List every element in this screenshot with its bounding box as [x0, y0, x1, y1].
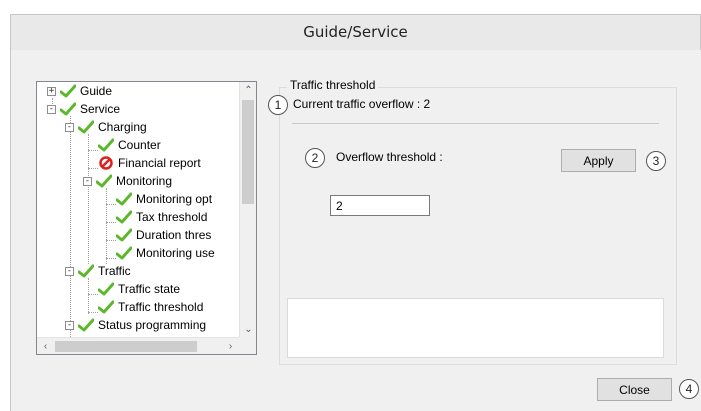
callout-2: 2 — [305, 148, 325, 168]
overflow-threshold-label: Overflow threshold : — [336, 150, 443, 164]
check-icon — [60, 102, 76, 116]
tree-item-label: Traffic state — [118, 282, 181, 296]
tree-item-label: Duration thres — [136, 228, 212, 242]
tree-item-guide[interactable]: + Guide — [47, 82, 112, 100]
tree-item-label: Monitoring — [116, 174, 173, 188]
tree-item-service[interactable]: - Service — [47, 100, 120, 118]
service-tree[interactable]: + Guide - Service - Charging Counter Fin… — [36, 81, 257, 355]
scroll-down-icon[interactable]: ⌄ — [240, 321, 256, 338]
horizontal-scroll-thumb[interactable] — [55, 341, 197, 352]
vertical-scroll-thumb[interactable] — [242, 100, 254, 204]
collapse-icon[interactable]: - — [65, 266, 74, 276]
scroll-right-icon[interactable]: › — [222, 338, 239, 354]
tree-line — [106, 188, 107, 264]
collapse-icon[interactable]: - — [65, 122, 74, 132]
divider — [292, 123, 659, 124]
blocked-icon — [99, 156, 113, 170]
tree-item-tax-threshold[interactable]: Tax threshold — [116, 208, 207, 226]
check-icon — [96, 174, 112, 188]
expand-icon[interactable]: + — [47, 86, 56, 96]
tree-item-label: Counter — [118, 138, 161, 152]
window-title: Guide/Service — [303, 23, 408, 41]
tree-item-label: Traffic threshold — [118, 300, 204, 314]
tree-item-label: Traffic — [98, 264, 131, 278]
tree-item-label: Guide — [80, 84, 113, 98]
tree-item-label: Financial report — [118, 156, 201, 170]
tree-item-label: Charging — [98, 120, 147, 134]
scroll-up-icon[interactable]: ⌃ — [240, 82, 256, 99]
tree-line — [106, 204, 116, 205]
tree-item-charging[interactable]: - Charging — [65, 118, 147, 136]
message-box[interactable] — [287, 298, 664, 358]
check-icon — [78, 264, 94, 278]
group-title: Traffic threshold — [287, 78, 379, 92]
callout-1: 1 — [268, 95, 288, 115]
tree-item-label: Service — [80, 102, 121, 116]
check-icon — [116, 210, 132, 224]
close-button[interactable]: Close — [597, 378, 672, 401]
current-traffic-overflow: Current traffic overflow : 2 — [293, 97, 431, 111]
scrollbar-corner — [239, 337, 256, 354]
check-icon — [78, 318, 94, 332]
check-icon — [98, 300, 114, 314]
tree-line — [106, 240, 116, 241]
tree-item-label: Monitoring use — [136, 246, 215, 260]
check-icon — [98, 282, 114, 296]
callout-3: 3 — [646, 151, 666, 171]
tree-line — [88, 134, 89, 264]
apply-button[interactable]: Apply — [561, 149, 636, 172]
overflow-threshold-input[interactable] — [330, 195, 430, 216]
check-icon — [116, 228, 132, 242]
tree-line — [88, 294, 98, 295]
tree-line — [106, 222, 116, 223]
tree-item-status-programming[interactable]: - Status programming — [65, 316, 206, 334]
horizontal-scrollbar[interactable]: ‹ › — [37, 337, 256, 354]
collapse-icon[interactable]: - — [65, 320, 74, 330]
scroll-left-icon[interactable]: ‹ — [37, 338, 54, 354]
vertical-scrollbar[interactable]: ⌃ ⌄ — [239, 82, 256, 338]
tree-item-monitoring-opt[interactable]: Monitoring opt — [116, 190, 212, 208]
check-icon — [98, 138, 114, 152]
tree-line — [70, 116, 71, 341]
tree-item-traffic-threshold[interactable]: Traffic threshold — [98, 298, 203, 316]
title-bar[interactable]: Guide/Service — [10, 14, 701, 51]
collapse-icon[interactable]: - — [47, 104, 56, 114]
tree-item-financial-report[interactable]: Financial report — [98, 154, 201, 172]
tree-item-label: Tax threshold — [136, 210, 208, 224]
tree-line — [106, 258, 116, 259]
tree-line — [88, 278, 89, 314]
check-icon — [78, 120, 94, 134]
tree-item-counter[interactable]: Counter — [98, 136, 161, 154]
tree-item-monitoring[interactable]: - Monitoring — [83, 172, 172, 190]
tree-item-label: Status programming — [98, 318, 207, 332]
tree-line — [88, 168, 98, 169]
tree-item-traffic-state[interactable]: Traffic state — [98, 280, 180, 298]
tree-line — [88, 312, 98, 313]
check-icon — [60, 84, 76, 98]
tree-line — [88, 150, 98, 151]
check-icon — [116, 192, 132, 206]
callout-4: 4 — [679, 379, 699, 399]
tree-item-monitoring-use[interactable]: Monitoring use — [116, 244, 215, 262]
check-icon — [116, 246, 132, 260]
tree-item-traffic[interactable]: - Traffic — [65, 262, 131, 280]
tree-item-label: Monitoring opt — [136, 192, 213, 206]
collapse-icon[interactable]: - — [83, 176, 92, 186]
tree-item-duration-threshold[interactable]: Duration thres — [116, 226, 211, 244]
